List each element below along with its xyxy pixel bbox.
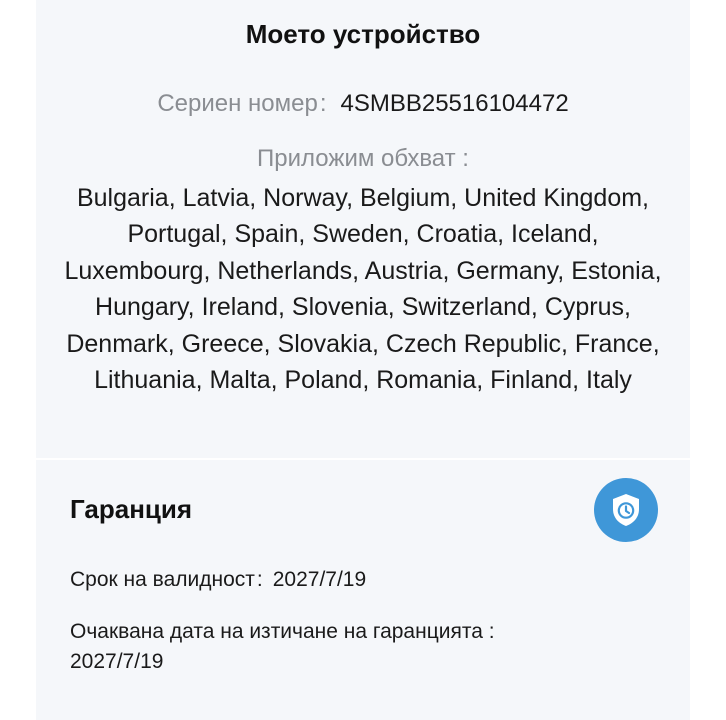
shield-clock-icon [594,478,658,542]
validity-value: 2027/7/19 [272,568,367,591]
device-title: Моето устройство [245,19,481,49]
serial-number-value: 4SMBB25516104472 [340,90,569,117]
serial-number-row: Сериен номер: 4SMBB25516104472 [36,90,690,118]
validity-row: Срок на валидност: 2027/7/19 [70,568,366,592]
expected-expiry-label: Очаквана дата на изтичане на гаранцията … [70,620,495,643]
warranty-card[interactable]: Гаранция Срок на валидност: 2027/7/19 Оча… [36,460,690,720]
applicable-scope-label: Приложим обхват : [257,145,469,172]
validity-separator: : [256,568,263,591]
applicable-scope-countries: Bulgaria, Latvia, Norway, Belgium, Unite… [64,184,662,395]
warranty-title: Гаранция [70,494,193,524]
serial-number-label: Сериен номер [157,90,318,117]
expected-expiry-value: 2027/7/19 [70,650,164,673]
device-info-card: Моето устройство Сериен номер: 4SMBB25516… [36,0,690,458]
serial-number-separator: : [319,90,327,117]
validity-label: Срок на валидност [70,568,255,591]
